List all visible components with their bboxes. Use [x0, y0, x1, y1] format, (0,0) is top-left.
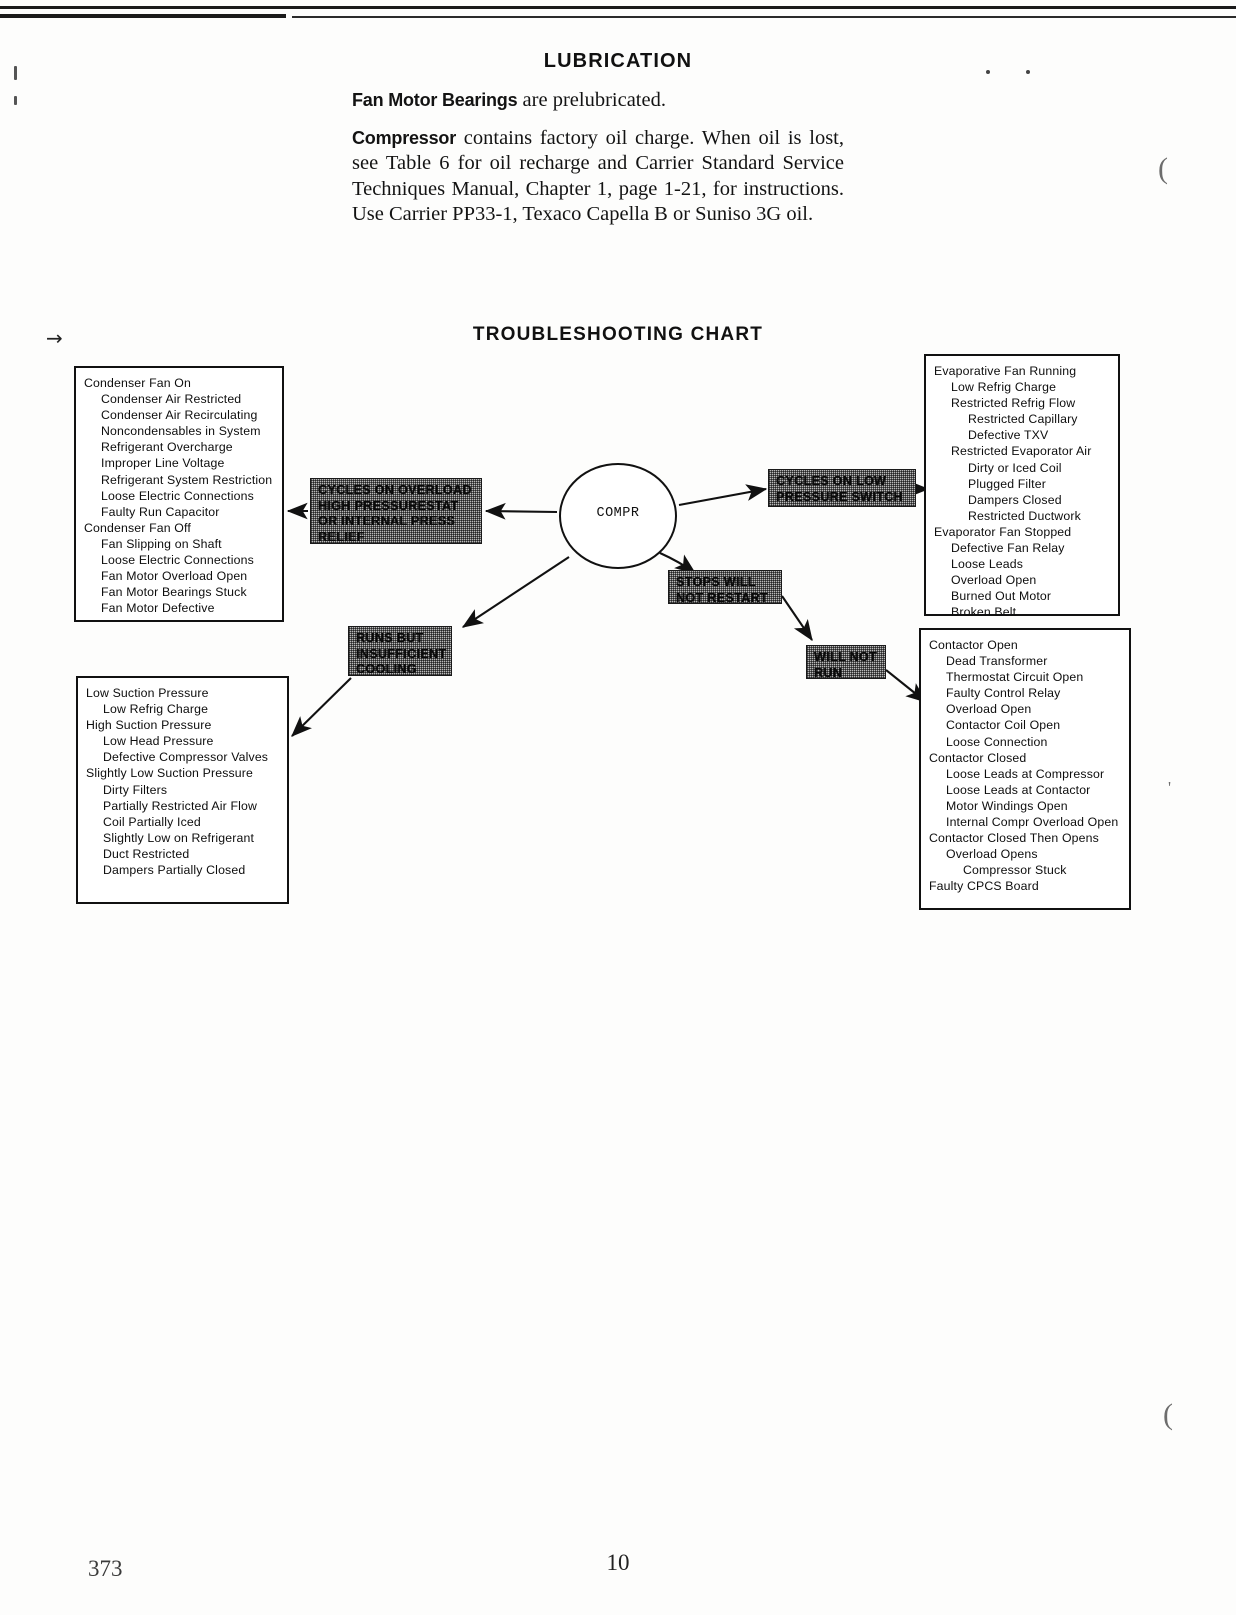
list-item: Restricted Ductwork [968, 508, 1081, 523]
scan-rule-top-left [0, 14, 286, 18]
list-box-evaporator-fan: Evaporative Fan Running Low Refrig Charge… [924, 354, 1120, 619]
callout-text: RUNS BUT INSUFFICIENT COOLING [356, 631, 447, 677]
list-item: Low Refrig Charge [103, 702, 209, 717]
list-item: Dampers Partially Closed [103, 863, 246, 878]
list-item: Refrigerant Overcharge [101, 440, 233, 455]
list-item: Low Head Pressure [103, 734, 214, 749]
list-item: Defective Fan Relay [951, 541, 1065, 556]
list-item: Broken Belt [951, 605, 1017, 620]
list-item: Condenser Air Restricted [101, 392, 242, 407]
list-item: Low Suction Pressure [86, 686, 209, 700]
connector-suction [291, 677, 352, 737]
list-item: Evaporative Fan Running [934, 364, 1077, 378]
callout-text: CYCLES ON LOW PRESSURE SWITCH [776, 474, 903, 504]
scan-margin-mark: ( [1163, 1398, 1173, 1431]
list-item: Internal Compr Overload Open [946, 815, 1119, 830]
connector-runsbut [461, 556, 570, 628]
list-item: Condenser Fan Off [84, 520, 191, 535]
list-item: Evaporator Fan Stopped [934, 524, 1072, 539]
paragraph-compressor: Compressor contains factory oil charge. … [352, 126, 844, 228]
paragraph-lead: Compressor [352, 127, 457, 148]
scan-rule-top [0, 6, 1236, 9]
connector-lowpressure [678, 484, 768, 507]
page-title: LUBRICATION [543, 50, 693, 72]
scanned-page: ( ( ' LUBRICATION Fan Motor Bearings are… [0, 0, 1236, 1615]
list-item: Thermostat Circuit Open [946, 670, 1084, 685]
list-item: Overload Open [946, 702, 1032, 717]
list-item: Dirty or Iced Coil [968, 460, 1062, 475]
list-item: Contactor Closed [929, 750, 1027, 765]
margin-arrow-icon: → [46, 326, 63, 350]
list-item: Slightly Low Suction Pressure [86, 766, 254, 781]
list-item: Faulty CPCS Board [929, 879, 1039, 894]
paragraph-lead: Fan Motor Bearings [352, 90, 518, 110]
list-box-suction-pressure: Low Suction Pressure Low Refrig Charge Hig… [76, 676, 289, 904]
list-item: Defective TXV [968, 428, 1049, 443]
list-item: Loose Electric Connections [101, 488, 254, 503]
list-item: Contactor Closed Then Opens [929, 831, 1099, 846]
scan-margin-mark: ( [1158, 152, 1168, 185]
list-item: Partially Restricted Air Flow [103, 798, 258, 813]
chart-title: TROUBLESHOOTING CHART [472, 324, 764, 345]
scan-speck [14, 96, 17, 105]
list-item: Restricted Evaporator Air [951, 444, 1092, 459]
list-item: Loose Leads at Compressor [946, 766, 1105, 781]
list-item: Restricted Refrig Flow [951, 396, 1076, 411]
list-item: Dampers Closed [968, 492, 1062, 507]
list-item: Overload Open [951, 573, 1037, 588]
list-item: Dead Transformer [946, 654, 1048, 669]
list-item: Noncondensables in System [101, 424, 261, 439]
list-item: Fan Motor Defective [101, 601, 215, 616]
connector-willnotrun [781, 595, 813, 642]
list-item: Coil Partially Iced [103, 814, 201, 829]
list-item: Loose Connection [946, 734, 1048, 749]
callout-text: CYCLES ON OVERLOAD HIGH PRESSURESTAT OR IN… [318, 483, 472, 544]
list-item: Condenser Air Recirculating [101, 408, 258, 423]
body-text-column: Fan Motor Bearings are prelubricated. Co… [352, 88, 844, 240]
list-item: Loose Leads [951, 557, 1024, 572]
list-item: Fan Slipping on Shaft [101, 536, 222, 551]
callout-will-not-run: WILL NOT RUN [806, 645, 886, 680]
list-item: Dirty Filters [103, 782, 168, 797]
list-item: Contactor Coil Open [946, 718, 1061, 733]
list-item: Faulty Run Capacitor [101, 504, 220, 519]
list-item: Fan Motor Overload Open [101, 569, 248, 584]
list-box-condenser-fan: Condenser Fan On Condenser Air Restricted… [74, 366, 284, 622]
list-item: Contactor Open [929, 638, 1018, 652]
list-item: High Suction Pressure [86, 718, 212, 733]
callout-stops-will-not-restart: STOPS WILL NOT RESTART [668, 570, 782, 605]
paragraph-fan-motor-bearings: Fan Motor Bearings are prelubricated. [352, 88, 844, 114]
scan-margin-mark: ' [1168, 778, 1172, 797]
compressor-node-label: COMPR [596, 506, 640, 521]
list-item: Overload Opens [946, 847, 1038, 862]
callout-text: STOPS WILL NOT RESTART [676, 575, 768, 605]
connector-overload [484, 502, 558, 520]
list-item: Slightly Low on Refrigerant [103, 830, 255, 845]
list-item: Refrigerant System Restriction [101, 472, 273, 487]
list-item: Duct Restricted [103, 846, 190, 861]
list-item: Fan Motor Bearings Stuck [101, 585, 247, 600]
list-item: Compressor Stuck [963, 863, 1067, 878]
list-item: Low Refrig Charge [951, 380, 1057, 395]
list-item: Plugged Filter [968, 476, 1046, 491]
list-item: Restricted Capillary [968, 412, 1078, 427]
list-box-contactor: Contactor Open Dead Transformer Thermostat… [919, 628, 1131, 910]
list-item: Defective Compressor Valves [103, 750, 269, 765]
callout-cycles-on-low-pressure: CYCLES ON LOW PRESSURE SWITCH [768, 469, 916, 507]
list-item: Condenser Fan On [84, 376, 191, 390]
list-item: Faulty Control Relay [946, 686, 1061, 701]
list-item: Improper Line Voltage [101, 456, 225, 471]
folio-center: 10 [606, 1550, 630, 1575]
scan-rule-top-right [292, 16, 1236, 18]
callout-runs-but-insufficient-cooling: RUNS BUT INSUFFICIENT COOLING [348, 626, 452, 676]
list-item: Burned Out Motor [951, 589, 1052, 604]
callout-cycles-on-overload: CYCLES ON OVERLOAD HIGH PRESSURESTAT OR IN… [310, 478, 482, 544]
list-item: Loose Leads at Contactor [946, 782, 1091, 797]
callout-text: WILL NOT RUN [814, 650, 878, 680]
paragraph-body: are prelubricated. [517, 89, 666, 111]
list-item: Motor Windings Open [946, 798, 1068, 813]
list-item: Loose Electric Connections [101, 553, 254, 568]
